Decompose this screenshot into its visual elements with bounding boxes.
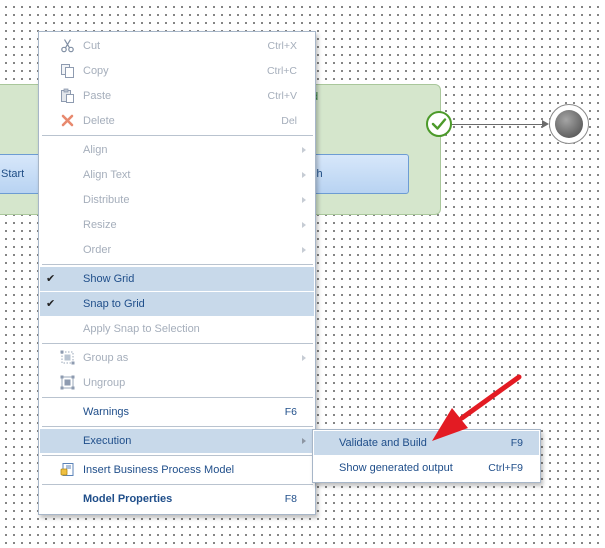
menu-item-show-grid[interactable]: ✔ Show Grid — [40, 267, 314, 291]
menu-item-snap-to-grid[interactable]: ✔ Snap to Grid — [40, 292, 314, 316]
menu-item-label: Paste — [83, 90, 112, 102]
menu-item-warnings[interactable]: Warnings F6 — [40, 400, 314, 424]
process-model-icon — [60, 463, 74, 476]
end-event[interactable] — [549, 104, 589, 144]
checkmark-icon: ✔ — [46, 298, 56, 310]
menu-item-paste[interactable]: Paste Ctrl+V — [40, 84, 314, 108]
menu-item-align[interactable]: Align — [40, 138, 314, 162]
submenu-arrow-icon — [302, 355, 306, 361]
menu-item-shortcut: Ctrl+C — [266, 65, 297, 77]
menu-item-insert-bpm[interactable]: Insert Business Process Model — [40, 458, 314, 482]
menu-item-label: Group as — [83, 352, 129, 364]
menu-item-shortcut: F9 — [510, 437, 523, 449]
menu-item-group-as[interactable]: Group as — [40, 346, 314, 370]
menu-item-distribute[interactable]: Distribute — [40, 188, 314, 212]
menu-item-label: Copy — [83, 65, 109, 77]
menu-separator — [42, 484, 313, 485]
menu-item-label: Order — [83, 244, 112, 256]
menu-separator — [42, 455, 313, 456]
menu-item-apply-snap[interactable]: Apply Snap to Selection — [40, 317, 314, 341]
submenu-arrow-icon — [302, 222, 306, 228]
submenu-arrow-icon — [302, 172, 306, 178]
menu-item-shortcut: F6 — [284, 406, 297, 418]
menu-item-resize[interactable]: Resize — [40, 213, 314, 237]
submenu-arrow-icon — [302, 438, 306, 444]
group-icon — [60, 350, 75, 365]
menu-item-label: Show generated output — [339, 462, 453, 474]
menu-item-delete[interactable]: Delete Del — [40, 109, 314, 133]
menu-item-label: Cut — [83, 40, 101, 52]
sequence-flow-arrowhead — [542, 120, 549, 128]
scissors-icon — [61, 39, 74, 53]
menu-separator — [42, 397, 313, 398]
menu-item-label: Delete — [83, 115, 115, 127]
validation-event[interactable] — [426, 111, 452, 137]
sequence-flow[interactable] — [452, 124, 547, 125]
menu-item-model-properties[interactable]: Model Properties F8 — [40, 487, 314, 511]
menu-item-label: Show Grid — [83, 273, 135, 285]
menu-item-order[interactable]: Order — [40, 238, 314, 262]
menu-item-ungroup[interactable]: Ungroup — [40, 371, 314, 395]
menu-item-label: Distribute — [83, 194, 130, 206]
menu-item-show-output[interactable]: Show generated output Ctrl+F9 — [314, 456, 539, 480]
menu-item-shortcut: Ctrl+F9 — [488, 462, 523, 474]
paste-icon — [61, 88, 74, 103]
menu-separator — [42, 426, 313, 427]
menu-item-shortcut: Ctrl+V — [267, 90, 297, 102]
delete-icon — [61, 114, 74, 127]
menu-item-copy[interactable]: Copy Ctrl+C — [40, 59, 314, 83]
menu-item-align-text[interactable]: Align Text — [40, 163, 314, 187]
menu-item-label: Model Properties — [83, 493, 173, 505]
menu-item-shortcut: Del — [281, 115, 297, 127]
end-event-fill — [555, 110, 583, 138]
menu-item-label: Resize — [83, 219, 117, 231]
menu-item-label: Apply Snap to Selection — [83, 323, 200, 335]
execution-submenu: Validate and Build F9 Show generated out… — [312, 429, 541, 483]
context-menu: Cut Ctrl+X Copy Ctrl+C Paste Ctrl+V Dele… — [38, 31, 316, 515]
menu-separator — [42, 343, 313, 344]
menu-item-label: Ungroup — [83, 377, 126, 389]
menu-item-label: Align — [83, 144, 108, 156]
menu-item-label: Insert Business Process Model — [83, 464, 235, 476]
menu-item-label: Warnings — [83, 406, 130, 418]
menu-separator — [42, 135, 313, 136]
menu-item-validate-build[interactable]: Validate and Build F9 — [314, 431, 539, 455]
submenu-arrow-icon — [302, 247, 306, 253]
ungroup-icon — [60, 375, 75, 390]
submenu-arrow-icon — [302, 147, 306, 153]
menu-item-shortcut: F8 — [284, 493, 297, 505]
menu-item-label: Validate and Build — [339, 437, 427, 449]
menu-item-shortcut: Ctrl+X — [267, 40, 297, 52]
menu-item-label: Execution — [83, 435, 132, 447]
submenu-arrow-icon — [302, 197, 306, 203]
copy-icon — [61, 64, 74, 78]
menu-item-cut[interactable]: Cut Ctrl+X — [40, 34, 314, 58]
menu-item-label: Align Text — [83, 169, 131, 181]
menu-item-execution[interactable]: Execution — [40, 429, 314, 453]
checkmark-icon: ✔ — [46, 273, 56, 285]
menu-item-label: Snap to Grid — [83, 298, 145, 310]
menu-separator — [42, 264, 313, 265]
checkmark-icon — [431, 118, 447, 130]
